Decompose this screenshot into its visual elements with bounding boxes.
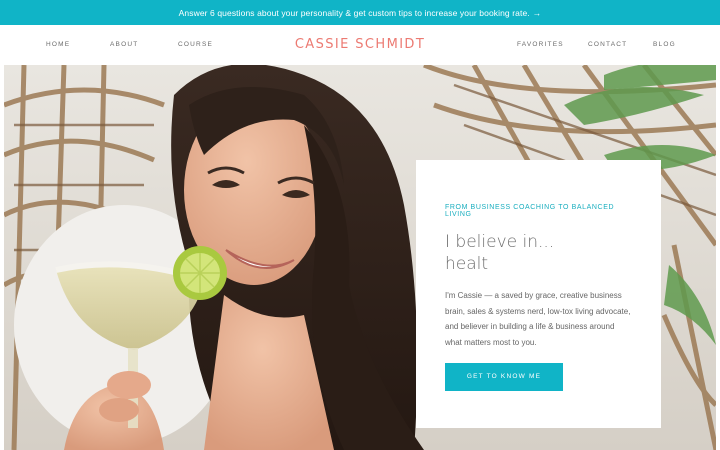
main-nav: HOME ABOUT COURSE CASSIE SCHMIDT FAVORIT… bbox=[0, 25, 720, 65]
nav-item-contact[interactable]: CONTACT bbox=[588, 25, 627, 65]
arrow-right-icon[interactable]: → bbox=[533, 8, 542, 18]
headline-line-1: I believe in... bbox=[445, 232, 555, 252]
announcement-bar[interactable]: Answer 6 questions about your personalit… bbox=[0, 0, 720, 25]
headline-line-2: healt bbox=[445, 254, 489, 274]
get-to-know-me-button[interactable]: GET TO KNOW ME bbox=[445, 363, 563, 391]
card-body-text: I'm Cassie — a saved by grace, creative … bbox=[445, 291, 631, 347]
nav-item-course[interactable]: COURSE bbox=[178, 25, 213, 65]
nav-item-blog[interactable]: BLOG bbox=[653, 25, 676, 65]
announcement-text[interactable]: Answer 6 questions about your personalit… bbox=[179, 8, 530, 18]
site-logo[interactable]: CASSIE SCHMIDT bbox=[260, 25, 460, 65]
intro-card: FROM BUSINESS COACHING TO BALANCED LIVIN… bbox=[416, 160, 661, 428]
card-headline: I believe in... healt bbox=[445, 231, 633, 275]
card-eyebrow: FROM BUSINESS COACHING TO BALANCED LIVIN… bbox=[445, 204, 615, 218]
nav-item-home[interactable]: HOME bbox=[46, 25, 70, 65]
nav-item-favorites[interactable]: FAVORITES bbox=[517, 25, 564, 65]
nav-item-about[interactable]: ABOUT bbox=[110, 25, 138, 65]
